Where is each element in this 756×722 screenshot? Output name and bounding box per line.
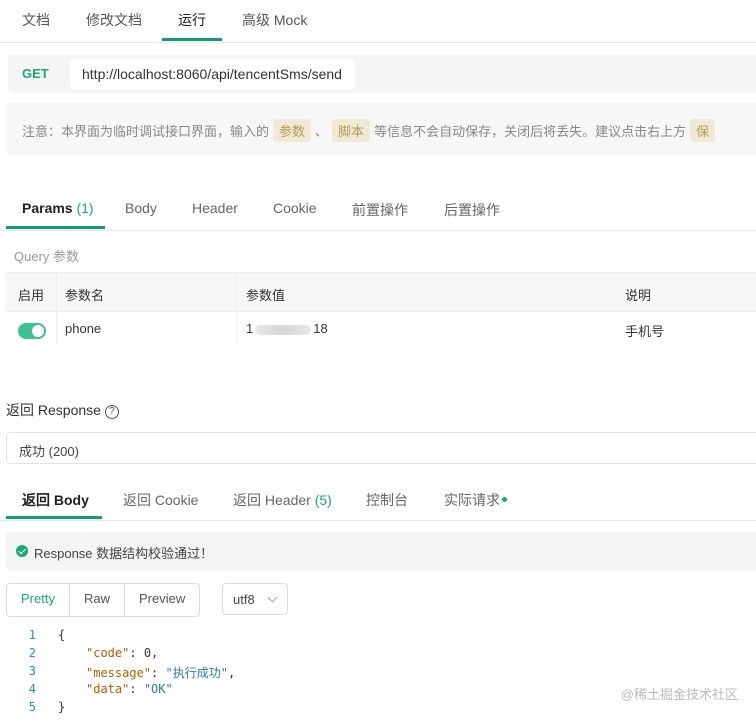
watermark: @稀土掘金技术社区 — [620, 687, 738, 702]
view-pretty-button[interactable]: Pretty — [7, 584, 70, 616]
view-mode-switch: Pretty Raw Preview — [6, 583, 201, 617]
chip-params: 参数 — [273, 119, 312, 142]
chip-script: 脚本 — [332, 119, 371, 142]
response-status[interactable]: 成功 (200) — [6, 432, 756, 464]
code-line: } — [58, 700, 66, 714]
code-line: "code": 0, — [86, 646, 159, 660]
schema-validation-banner: Response 数据结构校验通过！ — [6, 532, 756, 570]
param-value-cell[interactable]: 1 18 — [246, 321, 328, 336]
tab-response-header[interactable]: 返回 Header (5) — [233, 490, 332, 510]
active-tab-indicator — [162, 38, 222, 41]
params-count: (1) — [76, 200, 94, 216]
code-line: "data": "OK" — [86, 682, 173, 696]
notice-prefix: 注意：本界面为临时调试接口界面，输入的 — [22, 124, 270, 139]
http-method[interactable]: GET — [22, 66, 49, 81]
line-number: 3 — [28, 664, 36, 678]
col-value: 参数值 — [246, 288, 286, 303]
response-body-code: 1 2 3 4 5 { "code": 0, "message": "执行成功"… — [0, 624, 756, 722]
json-value: "执行成功" — [165, 666, 228, 680]
response-body-tab-indicator — [6, 516, 102, 519]
view-raw-button[interactable]: Raw — [70, 584, 125, 616]
col-desc: 说明 — [625, 288, 652, 303]
url-input[interactable] — [70, 59, 355, 89]
notice-middle: 等信息不会自动保存，关闭后将丢失。建议点击右上方 — [374, 124, 687, 139]
tab-docs[interactable]: 文档 — [22, 10, 50, 30]
response-title: 返回 Response? — [6, 400, 119, 420]
question-circle-icon[interactable]: ? — [104, 405, 119, 419]
status-dot-icon — [502, 497, 507, 502]
redacted-digits — [255, 324, 312, 335]
code-line: "message": "执行成功", — [86, 666, 236, 680]
params-table: 启用 参数名 参数值 说明 phone 1 18 手机号 — [6, 272, 756, 345]
col-divider — [56, 273, 57, 345]
header-count: (5) — [314, 492, 332, 508]
tab-response-body[interactable]: 返回 Body — [22, 490, 89, 510]
json-value: 0 — [143, 646, 152, 660]
tab-run[interactable]: 运行 — [178, 10, 206, 30]
line-number: 4 — [28, 682, 36, 696]
chevron-down-icon — [267, 592, 278, 603]
col-name: 参数名 — [65, 288, 105, 303]
tab-pre-ops[interactable]: 前置操作 — [352, 200, 408, 220]
chip-save[interactable]: 保 — [690, 119, 716, 142]
tab-response-header-label: 返回 Header — [233, 492, 311, 508]
tab-console[interactable]: 控制台 — [366, 490, 408, 510]
value-end: 18 — [313, 321, 328, 336]
encoding-select[interactable]: utf8 — [222, 583, 288, 615]
tab-post-ops[interactable]: 后置操作 — [444, 200, 500, 220]
notice-text: 注意：本界面为临时调试接口界面，输入的 参数、脚本 等信息不会自动保存，关闭后将丢失… — [22, 119, 719, 142]
line-number: 5 — [28, 700, 36, 714]
param-tab-bar: Params (1) Body Header Cookie 前置操作 后置操作 — [0, 190, 756, 231]
status-text: 成功 (200) — [19, 444, 79, 459]
json-value: "OK" — [143, 682, 173, 696]
tab-cookie[interactable]: Cookie — [273, 200, 317, 216]
col-enabled: 启用 — [18, 288, 45, 303]
temp-debug-notice: 注意：本界面为临时调试接口界面，输入的 参数、脚本 等信息不会自动保存，关闭后将丢失… — [6, 103, 756, 155]
view-preview-button[interactable]: Preview — [125, 584, 199, 616]
tab-params[interactable]: Params (1) — [22, 200, 94, 216]
request-url-bar: GET — [8, 55, 756, 93]
tab-edit-docs[interactable]: 修改文档 — [86, 10, 142, 30]
top-tab-bar: 文档 修改文档 运行 高级 Mock — [0, 0, 756, 43]
query-params-label: Query 参数 — [14, 249, 80, 264]
code-line: { — [58, 628, 66, 642]
col-divider — [236, 273, 237, 345]
line-number: 1 — [28, 628, 36, 642]
enable-toggle[interactable] — [18, 323, 46, 339]
tab-response-cookie[interactable]: 返回 Cookie — [123, 490, 198, 510]
tab-params-label: Params — [22, 200, 73, 216]
param-desc-cell[interactable]: 手机号 — [625, 321, 664, 340]
tab-actual-request[interactable]: 实际请求 — [444, 490, 507, 510]
tab-body[interactable]: Body — [125, 200, 157, 216]
tab-header[interactable]: Header — [192, 200, 238, 216]
json-key: "message" — [86, 666, 152, 680]
encoding-value: utf8 — [233, 592, 255, 607]
json-key: "code" — [86, 646, 130, 660]
params-tab-indicator — [6, 226, 105, 229]
check-circle-icon — [16, 545, 28, 557]
line-number: 2 — [28, 646, 36, 660]
value-start: 1 — [246, 321, 254, 336]
response-title-text: 返回 Response — [6, 402, 101, 418]
json-key: "data" — [86, 682, 130, 696]
tab-actual-request-label: 实际请求 — [444, 492, 500, 508]
param-name-cell[interactable]: phone — [65, 321, 101, 336]
notice-separator: 、 — [315, 124, 329, 139]
validation-text: Response 数据结构校验通过！ — [34, 546, 214, 561]
response-tab-bar: 返回 Body 返回 Cookie 返回 Header (5) 控制台 实际请求 — [0, 484, 756, 521]
tab-advanced-mock[interactable]: 高级 Mock — [242, 10, 307, 30]
